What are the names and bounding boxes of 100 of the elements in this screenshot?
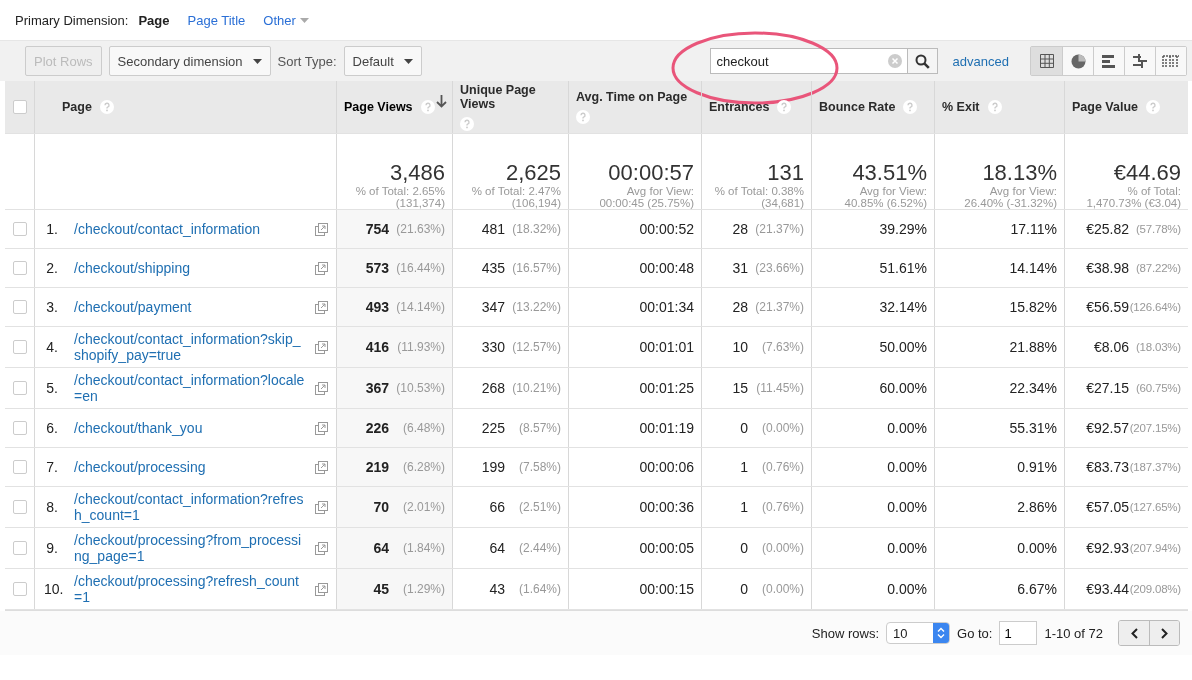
page-link[interactable]: /checkout/processing?refresh_count=1 <box>74 573 306 605</box>
row-checkbox[interactable] <box>12 300 27 314</box>
row-checkbox[interactable] <box>12 421 27 435</box>
summary-detail: (106,194) <box>511 197 561 209</box>
table-cell: 28 <box>732 299 748 315</box>
table-cell-text: (60.75%) <box>1134 382 1181 394</box>
table-cell: 60.00% <box>879 380 927 396</box>
open-window-icon[interactable] <box>315 340 328 354</box>
summary-detail: (131,374) <box>395 197 445 209</box>
help-icon[interactable] <box>987 100 1002 114</box>
row-checkbox[interactable] <box>12 500 27 514</box>
column-header[interactable]: Bounce Rate <box>819 100 896 114</box>
table-cell: 31 <box>732 260 748 276</box>
clear-icon[interactable] <box>887 54 902 68</box>
table-cell: 0.00% <box>887 459 927 475</box>
table-cell: 493 <box>365 299 389 315</box>
open-window-icon[interactable] <box>315 582 328 596</box>
table-cell-text: (87.22%) <box>1134 262 1181 274</box>
row-number: 8. <box>45 499 59 515</box>
column-header[interactable]: Page Views <box>344 100 413 114</box>
table-cell-text: (13.22%) <box>511 300 561 314</box>
page-link[interactable]: /checkout/contact_information <box>74 221 306 237</box>
previous-page-button[interactable] <box>1119 621 1149 645</box>
help-icon[interactable] <box>99 100 114 114</box>
page-link[interactable]: /checkout/thank_you <box>74 420 306 436</box>
summary-detail: % of Total: 0.38% <box>714 185 804 197</box>
help-icon[interactable] <box>460 117 474 131</box>
table-cell: 00:01:19 <box>639 420 694 436</box>
row-number: 1. <box>45 221 59 237</box>
dimension-link[interactable]: Other <box>263 12 309 28</box>
row-checkbox[interactable] <box>12 460 27 474</box>
table-cell: 15.82% <box>1009 299 1057 315</box>
view-toggle-button[interactable] <box>1062 47 1093 75</box>
table-cell-text: (2.51%) <box>517 500 561 514</box>
column-header[interactable]: Page Value <box>1072 100 1138 114</box>
dimension-link[interactable]: Page Title <box>187 12 246 28</box>
go-to-field[interactable]: 1 <box>999 621 1038 645</box>
table-cell-text: (2.01%) <box>401 500 445 514</box>
row-checkbox[interactable] <box>12 261 27 275</box>
table-cell-text: (10.53%) <box>395 381 445 395</box>
table-cell: 17.11% <box>1010 221 1057 237</box>
column-header[interactable]: Avg. Time on Page <box>576 90 688 104</box>
secondary-dimension-dropdown[interactable]: Secondary dimension <box>108 46 271 76</box>
open-window-icon[interactable] <box>315 541 328 555</box>
page-link[interactable]: /checkout/processing?from_processing_page=1 <box>74 532 306 564</box>
search-button[interactable] <box>907 48 938 74</box>
help-icon[interactable] <box>1146 100 1160 114</box>
page-link[interactable]: /checkout/contact_information?skip_shopify_pay=true <box>74 331 306 363</box>
table-cell-text: (1.64%) <box>517 582 561 596</box>
row-checkbox[interactable] <box>12 541 27 555</box>
table-cell: €8.06 <box>1093 339 1129 355</box>
table-cell: 14.14% <box>1009 260 1057 276</box>
table-cell-text: (16.44%) <box>395 261 445 275</box>
table-cell: 6.67% <box>1017 581 1057 597</box>
sort-arrow-icon[interactable] <box>436 95 447 108</box>
page-link[interactable]: /checkout/shipping <box>74 260 306 276</box>
column-header[interactable]: Entrances <box>709 100 770 114</box>
page-link[interactable]: /checkout/contact_information?locale=en <box>74 372 306 404</box>
table-cell: €38.98 <box>1086 260 1129 276</box>
table-cell: 00:00:36 <box>639 499 694 515</box>
sort-type-dropdown[interactable]: Default <box>343 46 422 76</box>
page-link[interactable]: /checkout/processing <box>74 459 306 475</box>
summary-detail: % of Total: 2.47% <box>471 185 561 197</box>
page-link[interactable]: /checkout/contact_information?refresh_count=1 <box>74 491 306 523</box>
select-all-checkbox[interactable] <box>12 100 27 114</box>
table-cell-text: (57.78%) <box>1134 223 1181 235</box>
open-window-icon[interactable] <box>315 421 328 435</box>
view-toggle-button[interactable] <box>1093 47 1124 75</box>
search-field[interactable]: checkout <box>709 48 908 74</box>
summary-value: 2,625 <box>505 161 561 185</box>
column-header[interactable]: Unique Page Views <box>460 83 561 111</box>
advanced-link[interactable]: advanced <box>952 53 1009 69</box>
view-toggle-button[interactable] <box>1155 47 1186 75</box>
row-checkbox[interactable] <box>12 582 27 596</box>
help-icon[interactable] <box>576 110 590 124</box>
column-header[interactable]: Page <box>62 100 92 114</box>
open-window-icon[interactable] <box>315 500 328 514</box>
open-window-icon[interactable] <box>315 222 328 236</box>
show-rows-select[interactable]: 10 <box>886 622 951 644</box>
row-checkbox[interactable] <box>12 381 27 395</box>
summary-value: 131 <box>767 161 804 185</box>
open-window-icon[interactable] <box>315 381 328 395</box>
view-toggle-button[interactable] <box>1031 47 1062 75</box>
dimension-link[interactable]: Page <box>138 12 170 28</box>
table-cell: 51.61% <box>879 260 927 276</box>
row-checkbox[interactable] <box>12 222 27 236</box>
table-cell-text: (0.00%) <box>760 582 804 596</box>
page-link[interactable]: /checkout/payment <box>74 299 306 315</box>
view-toggle-button[interactable] <box>1124 47 1155 75</box>
next-page-button[interactable] <box>1149 621 1179 645</box>
row-checkbox[interactable] <box>12 340 27 354</box>
open-window-icon[interactable] <box>315 460 328 474</box>
open-window-icon[interactable] <box>315 261 328 275</box>
table-cell-text: (7.58%) <box>517 460 561 474</box>
table-cell: 00:00:52 <box>639 221 694 237</box>
help-icon[interactable] <box>903 100 918 114</box>
open-window-icon[interactable] <box>315 300 328 314</box>
help-icon[interactable] <box>777 100 792 114</box>
row-number: 5. <box>45 380 59 396</box>
column-header[interactable]: % Exit <box>942 100 980 114</box>
